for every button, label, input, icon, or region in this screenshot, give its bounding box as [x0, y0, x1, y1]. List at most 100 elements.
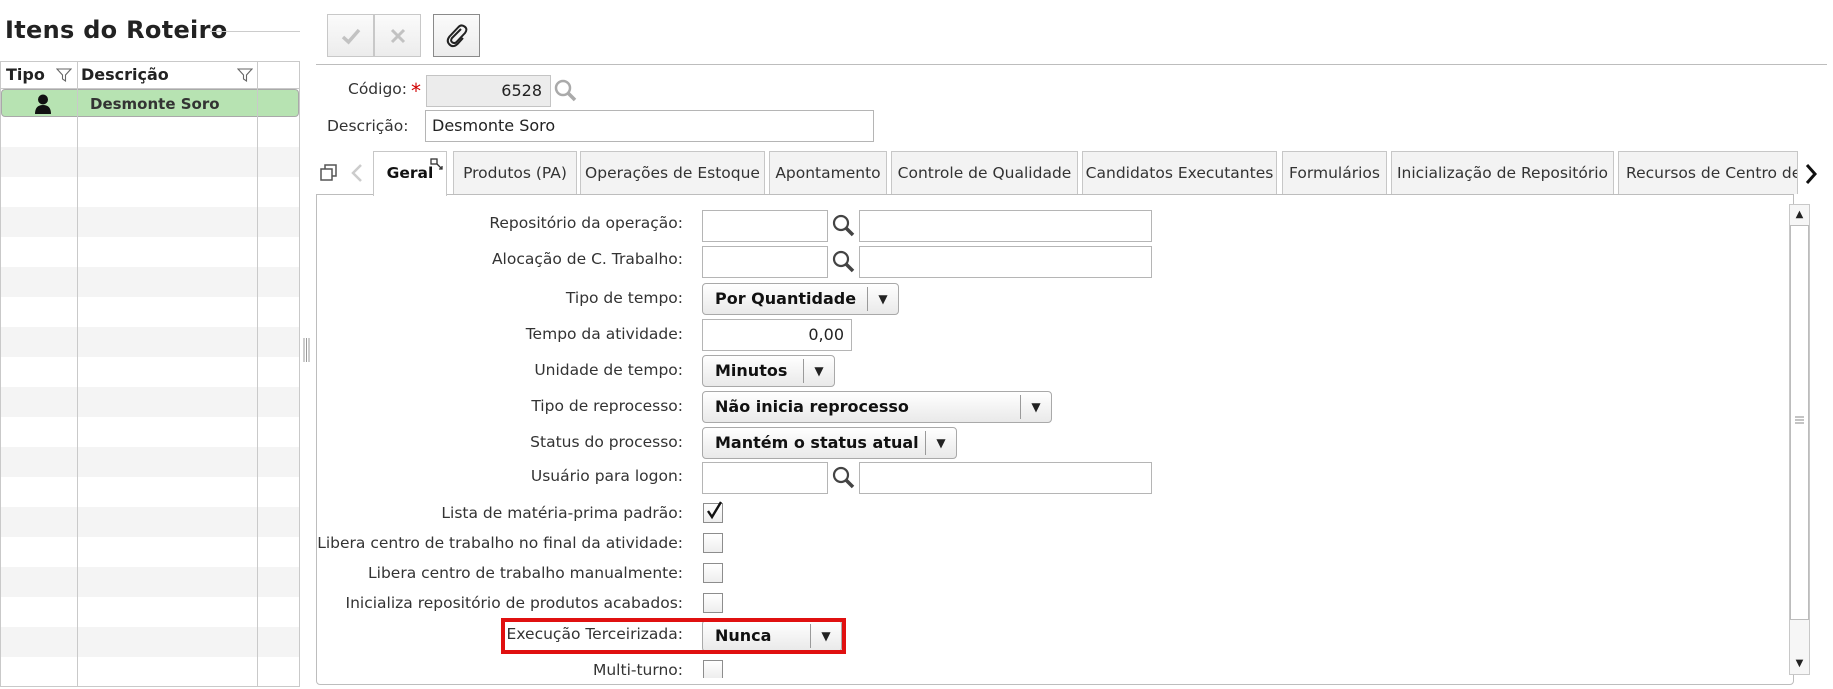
unidade-tempo-label: Unidade de tempo: — [534, 361, 683, 379]
scroll-up-icon[interactable]: ▲ — [1791, 206, 1808, 223]
chevron-down-icon: ▼ — [803, 359, 834, 383]
usuario-logon-code-field[interactable] — [702, 462, 828, 494]
tab-produtos-pa[interactable]: Produtos (PA) — [453, 151, 577, 194]
grid-header: Tipo Descrição — [1, 62, 299, 89]
close-icon — [390, 28, 405, 43]
checkmark-icon — [341, 28, 360, 44]
column-divider — [257, 62, 258, 686]
table-row-empty — [1, 147, 299, 177]
status-processo-label: Status do processo: — [530, 433, 683, 451]
table-row-empty — [1, 567, 299, 597]
libera-manual-checkbox[interactable] — [703, 563, 723, 583]
tab-label: Geral — [386, 164, 434, 182]
search-icon[interactable] — [831, 249, 855, 273]
inicializa-repo-label: Inicializa repositório de produtos acaba… — [345, 594, 683, 612]
column-header-tipo[interactable]: Tipo — [6, 62, 45, 88]
confirm-button[interactable] — [327, 14, 374, 57]
tempo-atividade-field[interactable]: 0,00 — [702, 319, 852, 351]
tipo-filter-icon[interactable] — [56, 68, 72, 82]
status-processo-select[interactable]: Mantém o status atual ▼ — [702, 427, 957, 459]
lista-mp-label: Lista de matéria-prima padrão: — [441, 504, 683, 522]
status-processo-value: Mantém o status atual — [715, 433, 919, 452]
multi-turno-checkbox[interactable] — [703, 660, 723, 678]
tipo-reprocesso-value: Não inicia reprocesso — [715, 397, 909, 416]
title-divider — [210, 31, 300, 32]
tab-geral[interactable]: Geral — [373, 151, 447, 196]
table-row-empty — [1, 117, 299, 147]
alocacao-label: Alocação de C. Trabalho: — [491, 250, 683, 268]
repositorio-label: Repositório da operação: — [489, 214, 683, 232]
table-row-empty — [1, 387, 299, 417]
person-icon — [35, 94, 51, 114]
table-row-empty — [1, 597, 299, 627]
repositorio-code-field[interactable] — [702, 210, 828, 242]
column-divider — [77, 62, 78, 686]
tab-formularios[interactable]: Formulários — [1282, 151, 1387, 194]
codigo-field[interactable]: 6528 — [426, 75, 551, 107]
table-row-empty — [1, 207, 299, 237]
left-panel-title: Itens do Roteiro — [5, 16, 228, 44]
libera-final-label: Libera centro de trabalho no final da at… — [317, 534, 683, 552]
grip-icon — [1795, 416, 1804, 424]
tab-controle-qualidade[interactable]: Controle de Qualidade — [891, 151, 1078, 194]
column-header-descricao[interactable]: Descrição — [81, 62, 169, 88]
tab-operacoes-estoque[interactable]: Operações de Estoque — [580, 151, 765, 194]
panel-splitter-handle[interactable] — [302, 338, 310, 362]
checkmark-icon — [707, 501, 723, 520]
tipo-reprocesso-label: Tipo de reprocesso: — [531, 397, 683, 415]
table-row-empty — [1, 657, 299, 686]
restore-window-icon[interactable] — [320, 164, 338, 182]
table-row-empty — [1, 507, 299, 537]
required-mark: * — [411, 79, 421, 103]
paperclip-icon — [446, 23, 467, 47]
libera-final-checkbox[interactable] — [703, 533, 723, 553]
inicializa-repo-checkbox[interactable] — [703, 593, 723, 613]
descricao-label: Descrição: — [327, 117, 409, 135]
unidade-tempo-value: Minutos — [715, 361, 788, 380]
alocacao-code-field[interactable] — [702, 246, 828, 278]
tab-inicializacao-repositorio[interactable]: Inicialização de Repositório — [1391, 151, 1614, 194]
repositorio-description-field[interactable] — [859, 210, 1152, 242]
chevron-down-icon: ▼ — [1020, 395, 1051, 419]
search-icon[interactable] — [553, 78, 577, 102]
table-row-empty — [1, 477, 299, 507]
tab-candidatos-executantes[interactable]: Candidatos Executantes — [1082, 151, 1277, 194]
multi-turno-label: Multi-turno: — [592, 661, 683, 679]
tab-recursos-centro[interactable]: Recursos de Centro de — [1618, 151, 1798, 194]
usuario-logon-description-field[interactable] — [859, 462, 1152, 494]
table-row-empty — [1, 537, 299, 567]
table-row-empty — [1, 267, 299, 297]
row-descricao: Desmonte Soro — [90, 95, 220, 113]
tab-scroll-right-icon[interactable] — [1804, 163, 1818, 185]
tempo-atividade-label: Tempo da atividade: — [525, 325, 683, 343]
table-row-empty — [1, 357, 299, 387]
cancel-button[interactable] — [374, 14, 421, 57]
alocacao-description-field[interactable] — [859, 246, 1152, 278]
tipo-tempo-value: Por Quantidade — [715, 289, 857, 308]
table-row-empty — [1, 327, 299, 357]
codigo-label: Código: — [348, 80, 407, 98]
search-icon[interactable] — [831, 213, 855, 237]
unidade-tempo-select[interactable]: Minutos ▼ — [702, 355, 835, 387]
lista-mp-checkbox[interactable] — [703, 501, 723, 523]
chevron-down-icon: ▼ — [925, 431, 956, 455]
descricao-field[interactable]: Desmonte Soro — [425, 110, 874, 142]
tipo-tempo-select[interactable]: Por Quantidade ▼ — [702, 283, 899, 315]
tipo-reprocesso-select[interactable]: Não inicia reprocesso ▼ — [702, 391, 1052, 423]
tab-apontamento[interactable]: Apontamento — [769, 151, 887, 194]
attach-button[interactable] — [433, 14, 480, 57]
table-row-empty — [1, 447, 299, 477]
items-grid: Tipo Descrição Desmonte Soro — [0, 61, 300, 687]
descricao-filter-icon[interactable] — [237, 68, 253, 82]
table-row-empty — [1, 297, 299, 327]
highlight-box — [501, 618, 846, 654]
detach-tab-icon[interactable] — [430, 158, 444, 170]
scroll-down-icon[interactable]: ▼ — [1791, 655, 1808, 672]
table-row-empty — [1, 627, 299, 657]
table-row[interactable]: Desmonte Soro — [1, 89, 299, 117]
search-icon[interactable] — [831, 465, 855, 489]
table-row-empty — [1, 237, 299, 267]
tab-scroll-left-icon[interactable] — [350, 163, 364, 183]
usuario-logon-label: Usuário para logon: — [530, 467, 683, 485]
table-row-empty — [1, 417, 299, 447]
